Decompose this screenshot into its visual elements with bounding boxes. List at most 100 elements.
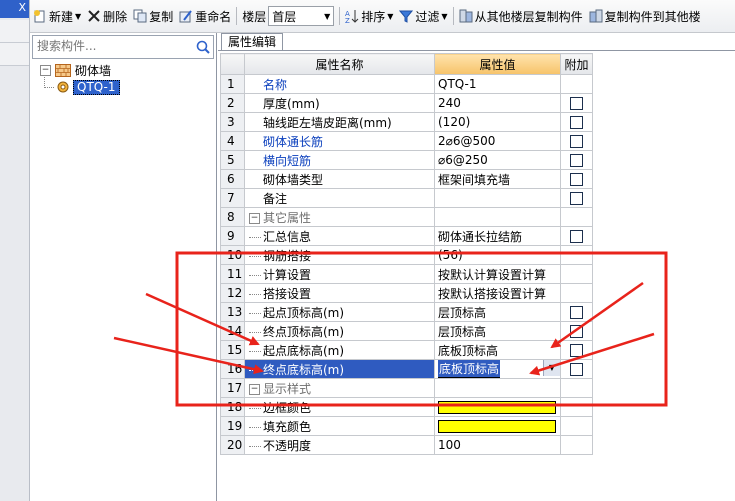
chevron-down-icon[interactable]: ▼ xyxy=(543,360,560,376)
table-row[interactable]: 18 边框颜色 xyxy=(220,397,593,417)
extra-checkbox[interactable] xyxy=(570,172,583,186)
table-row[interactable]: 5 横向短筋 ⌀6@250 xyxy=(220,150,593,170)
copy-to-floor-button[interactable]: 复制构件到其他楼 xyxy=(586,4,704,28)
property-name-header[interactable]: 属性名称 xyxy=(244,53,435,75)
extra-cell xyxy=(560,207,593,227)
new-icon xyxy=(34,10,45,23)
extra-header[interactable]: 附加 xyxy=(560,53,593,75)
table-row[interactable]: 10 钢筋搭接 (56) xyxy=(220,245,593,265)
property-grid: 属性名称 属性值 附加 1 名称 QTQ-1 2 厚度(mm) 240 3 轴线… xyxy=(220,53,593,455)
chevron-down-icon: ▼ xyxy=(441,11,448,21)
property-value[interactable]: 240 xyxy=(434,93,561,113)
color-swatch[interactable] xyxy=(438,420,556,433)
extra-checkbox[interactable] xyxy=(570,115,583,129)
extra-checkbox[interactable] xyxy=(570,324,583,338)
property-value[interactable]: 层顶标高 xyxy=(434,321,561,341)
extra-checkbox[interactable] xyxy=(570,229,583,243)
row-number: 19 xyxy=(220,416,245,436)
property-value[interactable]: 按默认计算设置计算 xyxy=(434,264,561,284)
property-value[interactable]: 按默认搭接设置计算 xyxy=(434,283,561,303)
table-row[interactable]: 3 轴线距左墙皮距离(mm) (120) xyxy=(220,112,593,132)
rename-button[interactable]: 重命名 xyxy=(176,4,234,28)
extra-cell xyxy=(560,150,593,170)
extra-cell xyxy=(560,188,593,208)
property-name: 备注 xyxy=(244,188,435,208)
tab-strip-line xyxy=(218,50,735,51)
copy-from-floor-button[interactable]: 从其他楼层复制构件 xyxy=(456,4,586,28)
table-row[interactable]: 14 终点顶标高(m) 层顶标高 xyxy=(220,321,593,341)
close-icon[interactable]: X xyxy=(18,1,26,15)
table-row-group[interactable]: 8 − 其它属性 xyxy=(220,207,593,227)
property-value[interactable]: 框架间填充墙 xyxy=(434,169,561,189)
tree-branch xyxy=(249,445,261,447)
editing-value[interactable]: 底板顶标高 xyxy=(438,360,501,378)
property-value[interactable]: 砌体通长拉结筋 xyxy=(434,226,561,246)
filter-button[interactable]: 过滤 ▼ xyxy=(396,4,450,28)
chevron-down-icon: ▼ xyxy=(75,11,82,21)
table-row[interactable]: 19 填充颜色 xyxy=(220,416,593,436)
extra-checkbox[interactable] xyxy=(570,362,583,376)
table-row[interactable]: 1 名称 QTQ-1 xyxy=(220,74,593,94)
tree-item-qtq1[interactable]: QTQ-1 xyxy=(44,79,120,95)
table-row[interactable]: 20 不透明度 100 xyxy=(220,435,593,455)
property-value-header[interactable]: 属性值 xyxy=(434,53,561,75)
property-value[interactable]: 100 xyxy=(434,435,561,455)
search-icon[interactable] xyxy=(195,39,211,55)
extra-checkbox[interactable] xyxy=(570,191,583,205)
row-number: 4 xyxy=(220,131,245,151)
property-name-text: 起点底标高(m) xyxy=(263,343,345,358)
group-header[interactable]: − 显示样式 xyxy=(244,378,435,398)
delete-button[interactable]: 删除 xyxy=(84,4,130,28)
property-value-editor[interactable]: 底板顶标高 ▼ xyxy=(434,359,561,379)
search-input[interactable] xyxy=(33,36,191,56)
property-value[interactable]: 2⌀6@500 xyxy=(434,131,561,151)
extra-checkbox[interactable] xyxy=(570,153,583,167)
property-value[interactable]: (120) xyxy=(434,112,561,132)
fill-color-value[interactable] xyxy=(434,416,561,436)
tab-property-edit[interactable]: 属性编辑 xyxy=(221,33,284,51)
tree-item-root[interactable]: − 砌体墙 xyxy=(40,62,111,78)
table-row[interactable]: 6 砌体墙类型 框架间填充墙 xyxy=(220,169,593,189)
property-value[interactable]: (56) xyxy=(434,245,561,265)
collapse-icon[interactable]: − xyxy=(249,383,260,395)
property-value[interactable]: QTQ-1 xyxy=(434,74,561,94)
collapse-icon[interactable]: − xyxy=(249,212,260,224)
table-row[interactable]: 2 厚度(mm) 240 xyxy=(220,93,593,113)
toolbar-separator xyxy=(236,7,238,25)
sort-icon: AZ xyxy=(345,10,359,23)
table-row[interactable]: 15 起点底标高(m) 底板顶标高 xyxy=(220,340,593,360)
table-row[interactable]: 13 起点顶标高(m) 层顶标高 xyxy=(220,302,593,322)
color-swatch[interactable] xyxy=(438,401,556,414)
new-button[interactable]: 新建 ▼ xyxy=(30,4,84,28)
copy-button[interactable]: 复制 xyxy=(130,4,176,28)
row-number: 8 xyxy=(220,207,245,227)
floor-dropdown[interactable]: 首层 ▼ xyxy=(268,6,335,26)
table-row[interactable]: 7 备注 xyxy=(220,188,593,208)
table-row-selected[interactable]: 16 终点底标高(m) 底板顶标高 ▼ xyxy=(220,359,593,379)
group-header[interactable]: − 其它属性 xyxy=(244,207,435,227)
table-row[interactable]: 4 砌体通长筋 2⌀6@500 xyxy=(220,131,593,151)
border-color-value[interactable] xyxy=(434,397,561,417)
row-number: 14 xyxy=(220,321,245,341)
property-value[interactable]: ⌀6@250 xyxy=(434,150,561,170)
property-name: 厚度(mm) xyxy=(244,93,435,113)
filter-icon xyxy=(399,10,414,23)
table-row-group[interactable]: 17 − 显示样式 xyxy=(220,378,593,398)
property-value[interactable]: 层顶标高 xyxy=(434,302,561,322)
table-row[interactable]: 9 汇总信息 砌体通长拉结筋 xyxy=(220,226,593,246)
delete-icon xyxy=(88,10,100,22)
extra-checkbox[interactable] xyxy=(570,96,583,110)
table-row[interactable]: 11 计算设置 按默认计算设置计算 xyxy=(220,264,593,284)
extra-checkbox[interactable] xyxy=(570,305,583,319)
collapse-icon[interactable]: − xyxy=(40,64,51,76)
extra-checkbox[interactable] xyxy=(570,134,583,148)
property-value[interactable]: 底板顶标高 xyxy=(434,340,561,360)
property-name-text: 边框颜色 xyxy=(263,400,312,415)
left-tab-header[interactable]: X xyxy=(0,0,29,18)
table-row[interactable]: 12 搭接设置 按默认搭接设置计算 xyxy=(220,283,593,303)
property-name: 填充颜色 xyxy=(244,416,435,436)
extra-checkbox[interactable] xyxy=(570,343,583,357)
sort-button[interactable]: AZ 排序 ▼ xyxy=(342,4,396,28)
row-number: 11 xyxy=(220,264,245,284)
property-value[interactable] xyxy=(434,188,561,208)
